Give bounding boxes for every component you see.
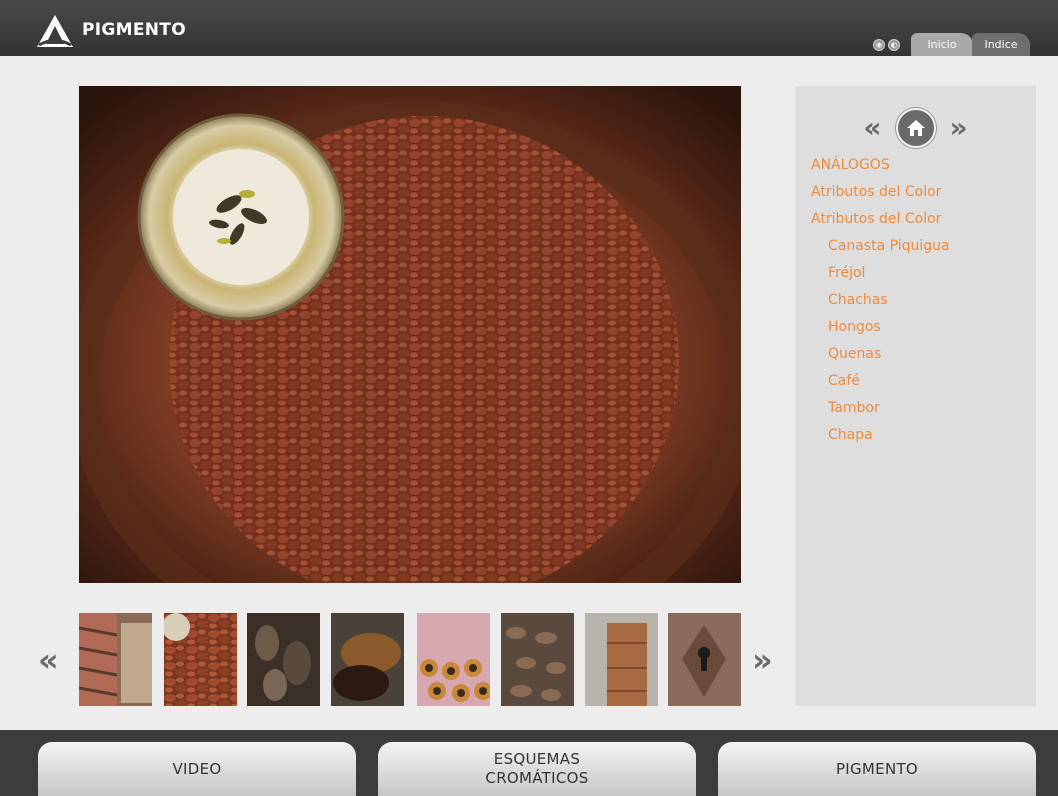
main-photo-beans-basket (79, 86, 741, 583)
esquemas-label-line2: CROMÁTICOS (485, 769, 589, 787)
camera-icon[interactable]: ◉ (873, 39, 885, 51)
index-panel: « » ANÁLOGOS Atributos del Color Atribut… (795, 86, 1036, 706)
pigmento-button-label: PIGMENTO (835, 759, 919, 778)
esquemas-cromaticos-button[interactable]: ESQUEMAS CROMÁTICOS (378, 742, 696, 796)
strip-next-icon[interactable]: » (752, 643, 773, 677)
app-title: PIGMENTO (82, 20, 186, 40)
thumbnail-red-beans[interactable] (164, 613, 237, 706)
header-bar: PIGMENTO ◉ ◐ Inicio Indice (0, 0, 1058, 56)
thumbnail-keyhole-plate[interactable] (668, 613, 741, 706)
menu-item-tambor[interactable]: Tambor (811, 395, 950, 422)
strip-prev-icon[interactable]: « (38, 643, 59, 677)
menu-item-canasta-piquigua[interactable]: Canasta Piquigua (811, 233, 950, 260)
menu-item-cafe[interactable]: Café (811, 368, 950, 395)
menu-item-hongos[interactable]: Hongos (811, 314, 950, 341)
double-chevron-right-icon[interactable]: » (950, 113, 968, 143)
tab-inicio[interactable]: Inicio (911, 33, 973, 56)
menu-item-atributos-2[interactable]: Atributos del Color (811, 206, 950, 233)
home-icon (906, 120, 925, 136)
menu-item-chachas[interactable]: Chachas (811, 287, 950, 314)
thumbnail-cacao-beans[interactable] (501, 613, 574, 706)
home-button[interactable] (895, 108, 936, 148)
menu-item-quenas[interactable]: Quenas (811, 341, 950, 368)
pigmento-button[interactable]: PIGMENTO (718, 742, 1036, 796)
esquemas-label-line1: ESQUEMAS (493, 750, 581, 768)
video-button[interactable]: VIDEO (38, 742, 356, 796)
double-chevron-left-icon[interactable]: « (863, 113, 881, 143)
tab-indice[interactable]: Indice (972, 33, 1030, 56)
video-button-label: VIDEO (172, 759, 222, 778)
menu-item-analogos[interactable]: ANÁLOGOS (811, 152, 950, 179)
thumbnail-dried-pods[interactable] (247, 613, 320, 706)
thumbnail-mushrooms[interactable] (331, 613, 404, 706)
triangle-logo-icon (37, 15, 73, 47)
thumbnail-quenas[interactable] (417, 613, 490, 706)
menu-item-atributos-1[interactable]: Atributos del Color (811, 179, 950, 206)
menu-item-frejol[interactable]: Fréjol (811, 260, 950, 287)
thumbnail-drum[interactable] (585, 613, 658, 706)
sound-icon[interactable]: ◐ (888, 39, 900, 51)
menu-item-chapa[interactable]: Chapa (811, 422, 950, 449)
thumbnail-woven-basket[interactable] (79, 613, 152, 706)
